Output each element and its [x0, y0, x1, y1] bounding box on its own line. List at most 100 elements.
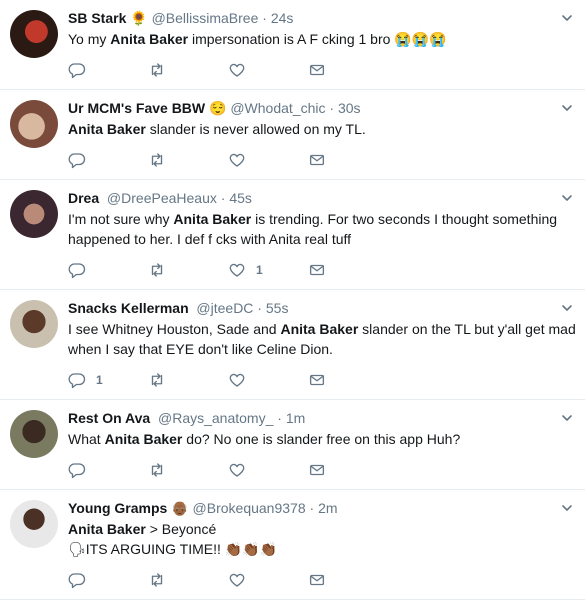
retweet-button[interactable]	[148, 461, 166, 479]
separator-dot: ·	[253, 300, 266, 316]
text-before: What	[68, 431, 105, 447]
tweet-text-line-2: when I say that EYE don't like Celine Di…	[68, 341, 333, 357]
tweet-text: Anita Baker > Beyoncé 🗣ITS ARGUING TIME!!…	[68, 519, 573, 559]
avatar[interactable]	[10, 500, 58, 548]
reply-button[interactable]	[68, 151, 96, 169]
chevron-down-icon[interactable]	[561, 192, 573, 204]
display-name[interactable]: SB Stark	[68, 10, 126, 26]
tweet[interactable]: SB Stark 🌻 @BellissimaBree · 24s Yo my An…	[0, 0, 585, 90]
retweet-button[interactable]	[148, 61, 166, 79]
text-before: I'm not sure why	[68, 211, 174, 227]
envelope-icon	[309, 464, 325, 476]
like-button[interactable]	[228, 371, 256, 389]
username-handle[interactable]: @Brokequan9378	[193, 500, 306, 516]
tweet-text-line: Anita Baker slander is never allowed on …	[68, 119, 573, 139]
reply-button[interactable]: 1	[68, 371, 103, 389]
text-after: slander on the TL but y'all get mad	[358, 321, 576, 337]
avatar[interactable]	[10, 300, 58, 348]
reply-icon	[68, 573, 86, 589]
retweet-icon	[151, 263, 163, 277]
tweet[interactable]: Snacks Kellerman @jteeDC · 55s I see Whit…	[0, 290, 585, 400]
tweet-header: SB Stark 🌻 @BellissimaBree · 24s	[68, 8, 573, 28]
reply-button[interactable]	[68, 261, 96, 279]
timestamp[interactable]: 2m	[318, 500, 337, 516]
username-handle[interactable]: @Whodat_chic	[230, 100, 325, 116]
search-highlight: Anita Baker	[173, 211, 252, 227]
display-name[interactable]: Snacks Kellerman	[68, 300, 189, 316]
reply-count: 1	[96, 373, 103, 387]
display-name[interactable]: Ur MCM's Fave BBW	[68, 100, 205, 116]
username-handle[interactable]: @Rays_anatomy_	[158, 410, 273, 426]
retweet-button[interactable]	[148, 571, 166, 589]
reply-icon	[68, 153, 86, 169]
username-handle[interactable]: @jteeDC	[196, 300, 253, 316]
tweet-text-line-2: 🗣ITS ARGUING TIME!! 👏🏾👏🏾👏🏾	[68, 541, 278, 557]
reply-button[interactable]	[68, 571, 96, 589]
reply-button[interactable]	[68, 461, 96, 479]
avatar[interactable]	[10, 100, 58, 148]
direct-message-button[interactable]	[308, 61, 326, 79]
text-before: I see Whitney Houston, Sade and	[68, 321, 281, 337]
tweet-actions: 1	[62, 261, 362, 279]
chevron-down-icon[interactable]	[561, 12, 573, 24]
name-emoji: 👴🏾	[171, 500, 189, 516]
retweet-icon	[151, 463, 163, 477]
chevron-down-icon[interactable]	[561, 502, 573, 514]
display-name[interactable]: Drea	[68, 190, 99, 206]
heart-icon	[229, 63, 245, 77]
chevron-down-icon[interactable]	[561, 412, 573, 424]
envelope-icon	[309, 574, 325, 586]
direct-message-button[interactable]	[308, 571, 326, 589]
timestamp[interactable]: 30s	[338, 100, 361, 116]
tweet-text: Yo my Anita Baker impersonation is A F c…	[68, 29, 573, 49]
username-handle[interactable]: @DreePeaHeaux	[107, 190, 217, 206]
timestamp[interactable]: 45s	[229, 190, 252, 206]
envelope-icon	[309, 154, 325, 166]
like-button[interactable]	[228, 571, 256, 589]
direct-message-button[interactable]	[308, 461, 326, 479]
chevron-down-icon[interactable]	[561, 102, 573, 114]
tweet[interactable]: Drea @DreePeaHeaux · 45s I'm not sure why…	[0, 180, 585, 290]
tweet-text: I see Whitney Houston, Sade and Anita Ba…	[68, 319, 576, 359]
like-button[interactable]	[228, 151, 256, 169]
envelope-icon	[309, 64, 325, 76]
chevron-down-icon[interactable]	[561, 302, 573, 314]
retweet-button[interactable]	[148, 371, 166, 389]
direct-message-button[interactable]	[308, 151, 326, 169]
reply-icon	[68, 63, 86, 79]
direct-message-button[interactable]	[308, 261, 326, 279]
text-after: is trending. For two seconds I thought s…	[251, 211, 558, 227]
like-button[interactable]	[228, 61, 256, 79]
tweet[interactable]: Ur MCM's Fave BBW 😌 @Whodat_chic · 30s An…	[0, 90, 585, 180]
display-name[interactable]: Young Gramps	[68, 500, 167, 516]
tweet-text-line-2: happened to her. I def f cks with Anita …	[68, 231, 352, 247]
like-button[interactable]: 1	[228, 261, 263, 279]
tweet[interactable]: Young Gramps 👴🏾 @Brokequan9378 · 2m Anita…	[0, 490, 585, 600]
like-button[interactable]	[228, 461, 256, 479]
reply-button[interactable]	[68, 61, 96, 79]
retweet-button[interactable]	[148, 151, 166, 169]
heart-icon	[229, 153, 245, 167]
retweet-icon	[151, 153, 163, 167]
separator-dot: ·	[273, 410, 286, 426]
direct-message-button[interactable]	[308, 371, 326, 389]
timestamp[interactable]: 55s	[266, 300, 289, 316]
username-handle[interactable]: @BellissimaBree	[152, 10, 259, 26]
retweet-button[interactable]	[148, 261, 166, 279]
tweet[interactable]: Rest On Ava @Rays_anatomy_ · 1m What Anit…	[0, 400, 585, 490]
avatar[interactable]	[10, 410, 58, 458]
separator-dot: ·	[325, 100, 338, 116]
tweet-text-line: What Anita Baker do? No one is slander f…	[68, 429, 573, 449]
tweet-text-line: I'm not sure why Anita Baker is trending…	[68, 209, 573, 229]
tweet-actions: 1	[62, 371, 362, 389]
tweet-actions	[62, 151, 362, 169]
text-before: Yo my	[68, 31, 111, 47]
timestamp[interactable]: 24s	[271, 10, 294, 26]
timestamp[interactable]: 1m	[286, 410, 305, 426]
avatar[interactable]	[10, 10, 58, 58]
separator-dot: ·	[305, 500, 319, 516]
reply-icon	[68, 263, 86, 279]
avatar[interactable]	[10, 190, 58, 238]
display-name[interactable]: Rest On Ava	[68, 410, 150, 426]
search-highlight: Anita Baker	[110, 31, 189, 47]
